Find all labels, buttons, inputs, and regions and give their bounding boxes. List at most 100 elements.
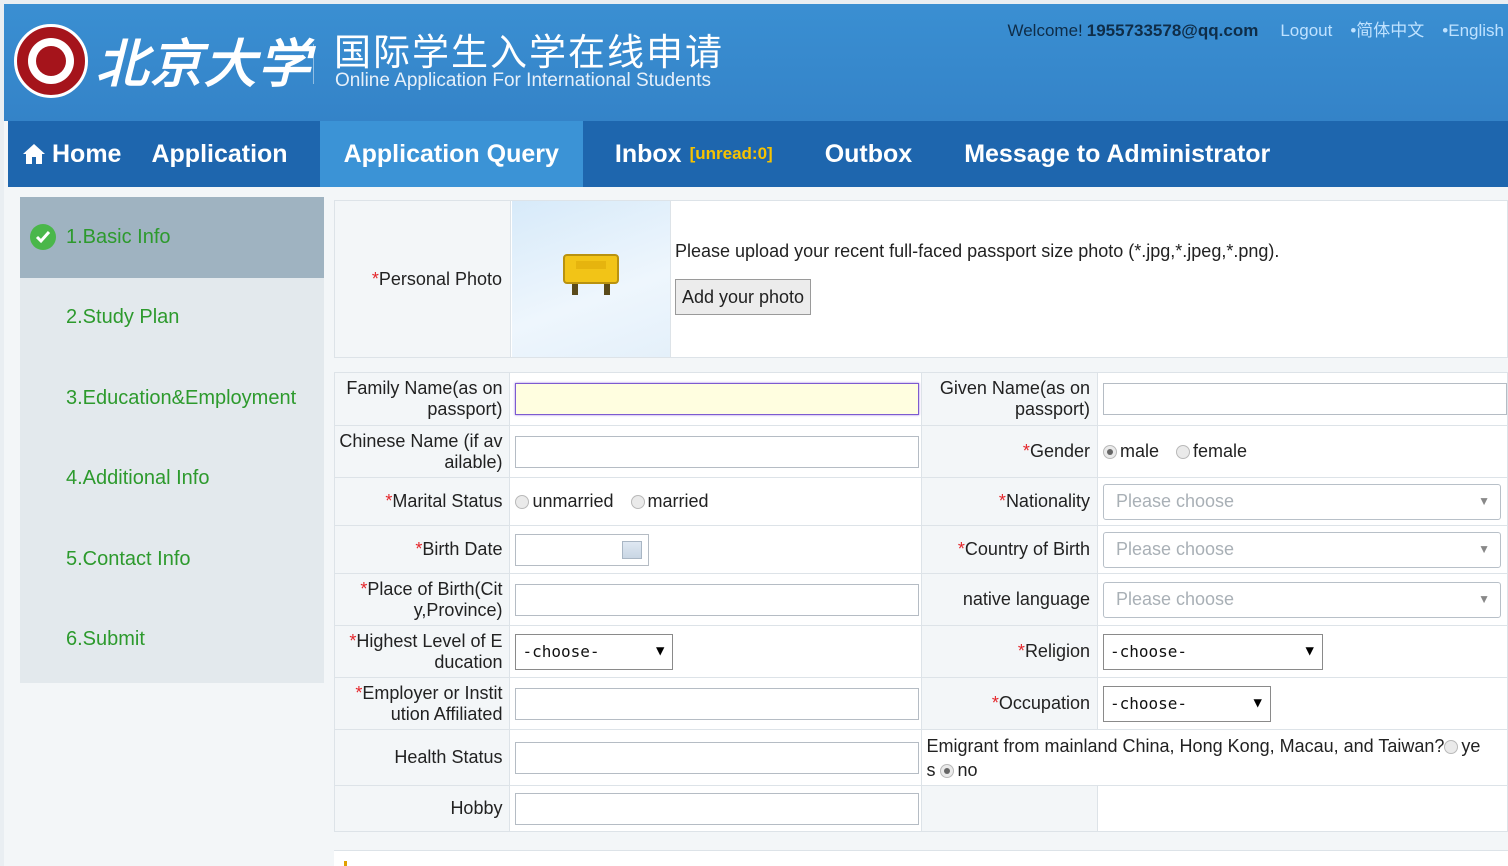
place-of-birth-input[interactable] [515, 583, 920, 616]
education-label: *Highest Level of Education [333, 625, 511, 678]
nav-home-label: Home [52, 139, 122, 168]
marital-married-label: married [647, 491, 709, 511]
required-mark: * [371, 268, 379, 289]
marital-unmarried-radio[interactable] [515, 495, 530, 510]
religion-select[interactable]: -choose- ▼ [1102, 633, 1323, 670]
sidebar-item-label: 3.Education&Employment [66, 386, 297, 409]
native-language-select[interactable]: Please choose ▼ [1102, 581, 1501, 618]
main-nav: Home Application Application Query Inbox… [8, 121, 1508, 187]
nav-application[interactable]: Application [121, 121, 319, 187]
occupation-label: *Occupation [921, 677, 1098, 730]
chinese-name-input[interactable] [515, 435, 920, 468]
emigrant-no-label: no [957, 759, 978, 780]
gender-radio-group: male female [1096, 425, 1508, 478]
form-row: Chinese Name (if av ailable) *Gender male… [333, 425, 1508, 478]
gender-label: *Gender [921, 425, 1098, 478]
form-row: *Employer or Instit ution Affiliated *Occ… [333, 677, 1508, 730]
emigrant-yes-radio[interactable] [1444, 739, 1459, 754]
photo-section: *Personal Photo Please upload your recen… [334, 200, 1508, 358]
page-frame: 北京大学 国际学生入学在线申请 Online Application For I… [4, 4, 1508, 866]
country-of-birth-select[interactable]: Please choose ▼ [1102, 531, 1501, 568]
user-topbar: Welcome! 1955733578@qq.com Logout •简体中文 … [1007, 16, 1504, 41]
given-name-input[interactable] [1102, 383, 1507, 415]
employer-label: *Employer or Instit ution Affiliated [333, 677, 511, 730]
native-language-label: native language [921, 573, 1098, 626]
occupation-select[interactable]: -choose- ▼ [1102, 685, 1271, 722]
employer-input[interactable] [515, 687, 920, 720]
nav-home[interactable]: Home [8, 121, 121, 187]
health-status-label: Health Status [333, 729, 511, 786]
family-name-input[interactable] [515, 383, 920, 415]
nav-outbox[interactable]: Outbox [799, 121, 939, 187]
system-title: 国际学生入学在线申请 [334, 31, 724, 74]
university-name: 北京大学 [96, 34, 313, 95]
emigrant-question: Emigrant from mainland China, Hong Kong,… [921, 729, 1508, 786]
sidebar-item-label: 6.Submit [66, 628, 145, 651]
logout-link[interactable]: Logout [1280, 21, 1332, 41]
form-row: Family Name(as on passport) Given Name(as… [333, 372, 1508, 426]
marital-radio-group: unmarried married [509, 477, 923, 526]
form-row: *Place of Birth(Cit y,Province) native la… [333, 573, 1508, 626]
marital-status-label: *Marital Status [333, 477, 511, 526]
nav-inbox-label: Inbox [614, 139, 682, 168]
photo-label-cell: *Personal Photo [335, 201, 511, 357]
chevron-down-icon: ▼ [1253, 694, 1262, 711]
step-sidebar: 1.Basic Info 2.Study Plan 3.Education&Em… [20, 197, 324, 683]
system-subtitle: Online Application For International Stu… [335, 70, 712, 91]
sidebar-item-study-plan[interactable]: 2.Study Plan [20, 278, 324, 359]
photo-placeholder-sign-icon [563, 254, 619, 295]
hobby-input[interactable] [515, 792, 920, 825]
religion-label: *Religion [921, 625, 1098, 678]
emigrant-no-radio[interactable] [940, 763, 955, 778]
home-icon [23, 144, 45, 164]
hobby-label: Hobby [333, 785, 511, 832]
health-status-input[interactable] [515, 741, 920, 774]
sidebar-item-label: 2.Study Plan [66, 306, 180, 329]
university-seal-logo [14, 24, 88, 98]
lang-chinese-link[interactable]: •简体中文 [1350, 16, 1424, 41]
sidebar-item-education-employment[interactable]: 3.Education&Employment [20, 358, 324, 439]
sidebar-item-contact-info[interactable]: 5.Contact Info [20, 519, 324, 600]
education-select[interactable]: -choose- ▼ [515, 633, 674, 670]
photo-hint: Please upload your recent full-faced pas… [675, 241, 1280, 261]
welcome-text: Welcome! [1007, 21, 1083, 40]
sidebar-item-additional-info[interactable]: 4.Additional Info [20, 439, 324, 520]
gender-female-radio[interactable] [1176, 445, 1191, 460]
nav-message-admin[interactable]: Message to Administrator [938, 121, 1296, 187]
form-row: *Marital Status unmarried married *Natio… [333, 477, 1508, 526]
form-row: Hobby [333, 785, 1508, 832]
chevron-down-icon: ▼ [1478, 541, 1490, 556]
form-row: *Birth Date *Country of Birth Please cho… [333, 525, 1508, 574]
sidebar-item-label: 1.Basic Info [66, 225, 171, 248]
nationality-select[interactable]: Please choose ▼ [1102, 483, 1501, 520]
family-name-label: Family Name(as on passport) [333, 372, 511, 426]
sidebar-item-submit[interactable]: 6.Submit [20, 600, 324, 681]
place-of-birth-label: *Place of Birth(Cit y,Province) [333, 573, 511, 626]
lang-english-link[interactable]: •English [1442, 21, 1504, 41]
nav-application-query[interactable]: Application Query [319, 121, 583, 187]
add-photo-button[interactable]: Add your photo [675, 279, 811, 315]
emigrant-yes-label: ye [1461, 735, 1481, 756]
photo-preview[interactable] [512, 201, 671, 357]
nav-inbox[interactable]: Inbox [unread:0] [583, 121, 799, 187]
sidebar-item-basic-info[interactable]: 1.Basic Info [20, 197, 324, 278]
marital-unmarried-label: unmarried [532, 491, 614, 511]
marital-married-radio[interactable] [630, 495, 645, 510]
user-email: 1955733578@qq.com [1086, 21, 1259, 40]
form-row: Health Status Emigrant from mainland Chi… [333, 729, 1508, 786]
next-section-header [334, 850, 1508, 866]
chinese-name-label: Chinese Name (if av ailable) [333, 425, 511, 478]
chevron-down-icon: ▼ [1478, 591, 1490, 606]
sidebar-item-label: 4.Additional Info [66, 467, 210, 490]
basic-info-form: Family Name(as on passport) Given Name(as… [333, 372, 1508, 832]
calendar-icon[interactable] [622, 540, 643, 559]
chevron-down-icon: ▼ [1305, 642, 1314, 659]
photo-label: Personal Photo [378, 268, 502, 289]
chevron-down-icon: ▼ [1478, 493, 1490, 508]
sidebar-item-label: 5.Contact Info [66, 547, 191, 570]
gender-female-label: female [1193, 441, 1248, 461]
chevron-down-icon: ▼ [656, 642, 665, 659]
gender-male-radio[interactable] [1102, 445, 1117, 460]
site-header: 北京大学 国际学生入学在线申请 Online Application For I… [4, 4, 1508, 121]
birth-date-input[interactable] [515, 533, 650, 566]
